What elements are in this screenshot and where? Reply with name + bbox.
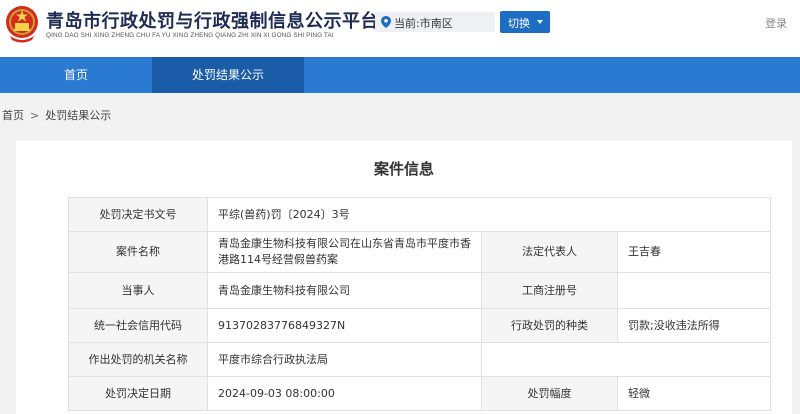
table-row: 处罚决定书文号 平综(兽药)罚〔2024〕3号 (68, 197, 771, 232)
case-info-card: 案件信息 处罚决定书文号 平综(兽药)罚〔2024〕3号 案件名称 青岛金康生物… (16, 141, 792, 414)
switch-region-button[interactable]: 切换 (500, 11, 550, 33)
breadcrumb-separator: > (30, 109, 40, 122)
decision-date-value: 2024-09-03 08:00:00 (207, 376, 482, 411)
caret-down-icon (537, 20, 543, 24)
nav-item-home[interactable]: 首页 (0, 57, 152, 93)
authority-label: 作出处罚的机关名称 (68, 342, 208, 377)
penalty-type-value: 罚款;没收违法所得 (617, 308, 771, 343)
reg-no-label: 工商注册号 (481, 272, 618, 309)
empty-cell (481, 342, 771, 377)
penalty-degree-value: 轻微 (617, 376, 771, 411)
card-title: 案件信息 (373, 160, 434, 178)
table-row: 作出处罚的机关名称 平度市综合行政执法局 (68, 342, 771, 377)
reg-no-value (617, 272, 771, 309)
legal-rep-label: 法定代表人 (481, 231, 618, 273)
breadcrumb-home[interactable]: 首页 (2, 109, 24, 122)
credit-code-value: 91370283776849327N (207, 308, 482, 343)
legal-rep-value: 王吉春 (617, 231, 771, 273)
nav-item-penalty-results[interactable]: 处罚结果公示 (152, 57, 304, 93)
table-row: 案件名称 青岛金康生物科技有限公司在山东省青岛市平度市香港路114号经营假兽药案… (68, 231, 771, 273)
switch-region-label: 切换 (508, 17, 530, 30)
table-row: 处罚决定日期 2024-09-03 08:00:00 处罚幅度 轻微 (68, 376, 771, 411)
decision-no-value: 平综(兽药)罚〔2024〕3号 (207, 197, 771, 232)
login-link[interactable]: 登录 (765, 15, 787, 31)
decision-date-label: 处罚决定日期 (68, 376, 208, 411)
current-location: 当前:市南区 (375, 12, 495, 32)
party-value: 青岛金康生物科技有限公司 (207, 272, 482, 309)
penalty-degree-label: 处罚幅度 (481, 376, 618, 411)
main-nav: 首页 处罚结果公示 (0, 57, 800, 93)
breadcrumb-current[interactable]: 处罚结果公示 (45, 109, 111, 122)
penalty-type-label: 行政处罚的种类 (481, 308, 618, 343)
location-pin-icon (381, 16, 391, 28)
location-label: 当前:市南区 (394, 17, 453, 30)
authority-value: 平度市综合行政执法局 (207, 342, 482, 377)
case-info-table: 处罚决定书文号 平综(兽药)罚〔2024〕3号 案件名称 青岛金康生物科技有限公… (68, 197, 771, 411)
site-header: 青岛市行政处罚与行政强制信息公示平台 QING DAO SHI XING ZHE… (0, 0, 800, 52)
decision-no-label: 处罚决定书文号 (68, 197, 208, 232)
credit-code-label: 统一社会信用代码 (68, 308, 208, 343)
national-emblem-icon (6, 6, 38, 43)
case-name-label: 案件名称 (68, 231, 208, 273)
breadcrumb-bar: 首页 > 处罚结果公示 (0, 93, 800, 133)
content-area: 案件信息 处罚决定书文号 平综(兽药)罚〔2024〕3号 案件名称 青岛金康生物… (0, 133, 800, 414)
breadcrumb: 首页 > 处罚结果公示 (2, 107, 111, 123)
table-row: 当事人 青岛金康生物科技有限公司 工商注册号 (68, 272, 771, 309)
case-name-value: 青岛金康生物科技有限公司在山东省青岛市平度市香港路114号经营假兽药案 (207, 231, 482, 273)
table-row: 统一社会信用代码 91370283776849327N 行政处罚的种类 罚款;没… (68, 308, 771, 343)
site-title: 青岛市行政处罚与行政强制信息公示平台 (46, 11, 379, 32)
party-label: 当事人 (68, 272, 208, 309)
site-title-pinyin: QING DAO SHI XING ZHENG CHU FA YU XING Z… (46, 32, 334, 39)
